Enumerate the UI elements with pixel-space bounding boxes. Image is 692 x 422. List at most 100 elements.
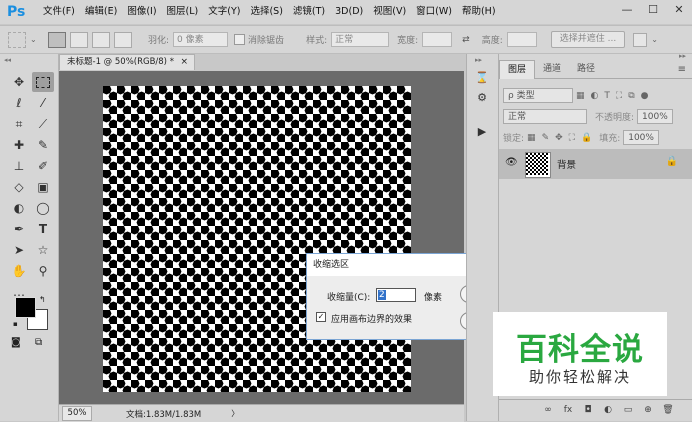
link-layers-icon[interactable]: ∞	[538, 405, 558, 415]
clone-stamp-icon[interactable]: ⊥	[8, 156, 30, 176]
lock-pixels-icon[interactable]: ▦	[527, 133, 536, 143]
menu-item[interactable]: 3D(D)	[330, 0, 368, 24]
pen-tool-icon[interactable]: ✒	[8, 219, 30, 239]
menu-item[interactable]: 图像(I)	[122, 0, 161, 24]
path-selection-icon[interactable]: ➤	[8, 240, 30, 260]
default-colors-icon[interactable]: ▪	[13, 320, 18, 328]
apply-canvas-checkbox[interactable]: ✓	[316, 312, 326, 322]
subtract-selection-icon[interactable]	[92, 31, 110, 48]
gradient-tool-icon[interactable]: ▣	[32, 177, 54, 197]
marquee-tool-icon[interactable]	[32, 72, 54, 92]
foreground-color-swatch-top[interactable]	[15, 297, 36, 318]
menu-item[interactable]: 图层(L)	[162, 0, 204, 24]
panel-collapse-icon[interactable]: ◂◂	[4, 56, 11, 64]
document-canvas[interactable]	[103, 86, 411, 392]
layer-row-background[interactable]: 👁 背景 🔒	[499, 149, 692, 179]
new-layer-icon[interactable]: ⊕	[638, 405, 658, 415]
menu-item[interactable]: 文件(F)	[38, 0, 80, 24]
history-panel-icon[interactable]: ⌛	[471, 68, 493, 88]
add-mask-icon[interactable]: ◘	[578, 405, 598, 415]
contract-amount-input[interactable]: 2	[376, 288, 416, 302]
layers-tab[interactable]: 图层	[499, 59, 536, 79]
lock-position-icon[interactable]: ✥	[555, 133, 563, 143]
workspace-icon[interactable]	[633, 32, 648, 47]
menu-item[interactable]: 视图(V)	[368, 0, 411, 24]
layer-style-icon[interactable]: fx	[558, 405, 578, 415]
dodge-tool-icon[interactable]: ◯	[32, 198, 54, 218]
crop-tool-icon[interactable]: ⌗	[8, 114, 30, 134]
style-select[interactable]: 正常	[331, 32, 390, 47]
hand-tool-icon[interactable]: ✋	[8, 261, 30, 281]
menu-item[interactable]: 滤镜(T)	[288, 0, 330, 24]
fill-input[interactable]: 100%	[623, 130, 660, 145]
blend-mode-select[interactable]: 正常	[503, 109, 587, 124]
lasso-tool-icon[interactable]: ℓ	[8, 93, 30, 113]
lock-paint-icon[interactable]: ✎	[542, 133, 550, 143]
type-filter-icon[interactable]: T	[604, 91, 610, 101]
intersect-selection-icon[interactable]	[114, 31, 132, 48]
close-window-button[interactable]: ✕	[666, 1, 692, 19]
maximize-button[interactable]: ☐	[640, 1, 666, 19]
type-tool-icon[interactable]: T	[32, 219, 54, 239]
pixel-filter-icon[interactable]: ▦	[576, 91, 585, 101]
chevron-down-icon[interactable]: ⌄	[651, 35, 663, 44]
menu-item[interactable]: 帮助(H)	[457, 0, 501, 24]
feather-input[interactable]: 0 像素	[173, 32, 229, 47]
menu-item[interactable]: 窗口(W)	[411, 0, 457, 24]
select-and-mask-button[interactable]: 选择并遮住 ...	[550, 31, 626, 48]
blur-tool-icon[interactable]: ◐	[8, 198, 30, 218]
add-selection-icon[interactable]	[70, 31, 88, 48]
adjustment-layer-icon[interactable]: ◐	[598, 405, 618, 415]
marquee-preset-icon[interactable]	[8, 31, 26, 48]
width-input[interactable]	[422, 32, 453, 47]
screen-mode-icon[interactable]: ⧉	[35, 337, 42, 348]
panel-collapse-icon[interactable]: ▸▸	[679, 52, 686, 60]
actions-play-icon[interactable]: ▶	[471, 122, 493, 142]
document-tab[interactable]: 未标题-1 @ 50%(RGB/8) * ×	[59, 54, 195, 70]
healing-brush-icon[interactable]: ✚	[8, 135, 30, 155]
opacity-input[interactable]: 100%	[637, 109, 674, 124]
delete-layer-icon[interactable]: 🗑	[658, 405, 678, 415]
layer-filter-select[interactable]: ρ 类型	[503, 88, 573, 103]
eraser-tool-icon[interactable]: ◇	[8, 177, 30, 197]
properties-panel-icon[interactable]: ⚙	[471, 88, 493, 108]
minimize-button[interactable]: —	[614, 1, 640, 19]
new-selection-icon[interactable]	[48, 31, 66, 48]
lock-artboard-icon[interactable]: ⛶	[569, 133, 575, 143]
status-menu-icon[interactable]: 〉	[231, 408, 239, 419]
new-group-icon[interactable]: ▭	[618, 405, 638, 415]
document-tab-title: 未标题-1 @ 50%(RGB/8) *	[67, 57, 174, 67]
smart-object-filter-icon[interactable]: ⧉	[628, 91, 634, 101]
shape-filter-icon[interactable]: ⛶	[616, 91, 622, 101]
eyedropper-icon[interactable]: ⟋	[32, 114, 54, 134]
shape-tool-icon[interactable]: ☆	[32, 240, 54, 260]
swap-colors-icon[interactable]: ↰	[39, 295, 46, 304]
brush-tool-icon[interactable]: ✎	[32, 135, 54, 155]
zoom-field[interactable]: 50%	[62, 406, 92, 421]
zoom-tool-icon[interactable]: ⚲	[32, 261, 54, 281]
history-brush-icon[interactable]: ✐	[32, 156, 54, 176]
filter-toggle-icon[interactable]: ●	[641, 91, 649, 101]
panel-menu-icon[interactable]: ≡	[678, 64, 686, 75]
lock-all-icon[interactable]: 🔒	[581, 133, 592, 143]
menu-item[interactable]: 编辑(E)	[80, 0, 122, 24]
layers-tab[interactable]: 通道	[535, 60, 569, 78]
magic-wand-icon[interactable]: ⁄	[32, 93, 54, 113]
close-tab-icon[interactable]: ×	[180, 55, 188, 70]
menu-item[interactable]: 文字(Y)	[203, 0, 245, 24]
antialias-checkbox[interactable]	[234, 34, 246, 45]
swap-icon[interactable]: ⇄	[462, 35, 470, 45]
height-input[interactable]	[506, 32, 537, 47]
dock-expand-icon[interactable]: ▸▸	[475, 56, 482, 64]
quick-mask-icon[interactable]: ◙	[11, 337, 21, 348]
adjustment-filter-icon[interactable]: ◐	[591, 91, 599, 101]
move-tool-icon[interactable]: ✥	[8, 72, 30, 92]
chevron-down-icon[interactable]: ⌄	[30, 35, 38, 44]
status-bar: 50% 文档:1.83M/1.83M 〉	[59, 404, 464, 422]
window-controls: — ☐ ✕	[614, 0, 692, 20]
layer-lock-icon[interactable]: 🔒	[666, 156, 678, 167]
layers-tab[interactable]: 路径	[569, 60, 603, 78]
menu-item[interactable]: 选择(S)	[245, 0, 287, 24]
width-label: 宽度:	[397, 36, 419, 46]
visibility-eye-icon[interactable]: 👁	[505, 157, 518, 168]
